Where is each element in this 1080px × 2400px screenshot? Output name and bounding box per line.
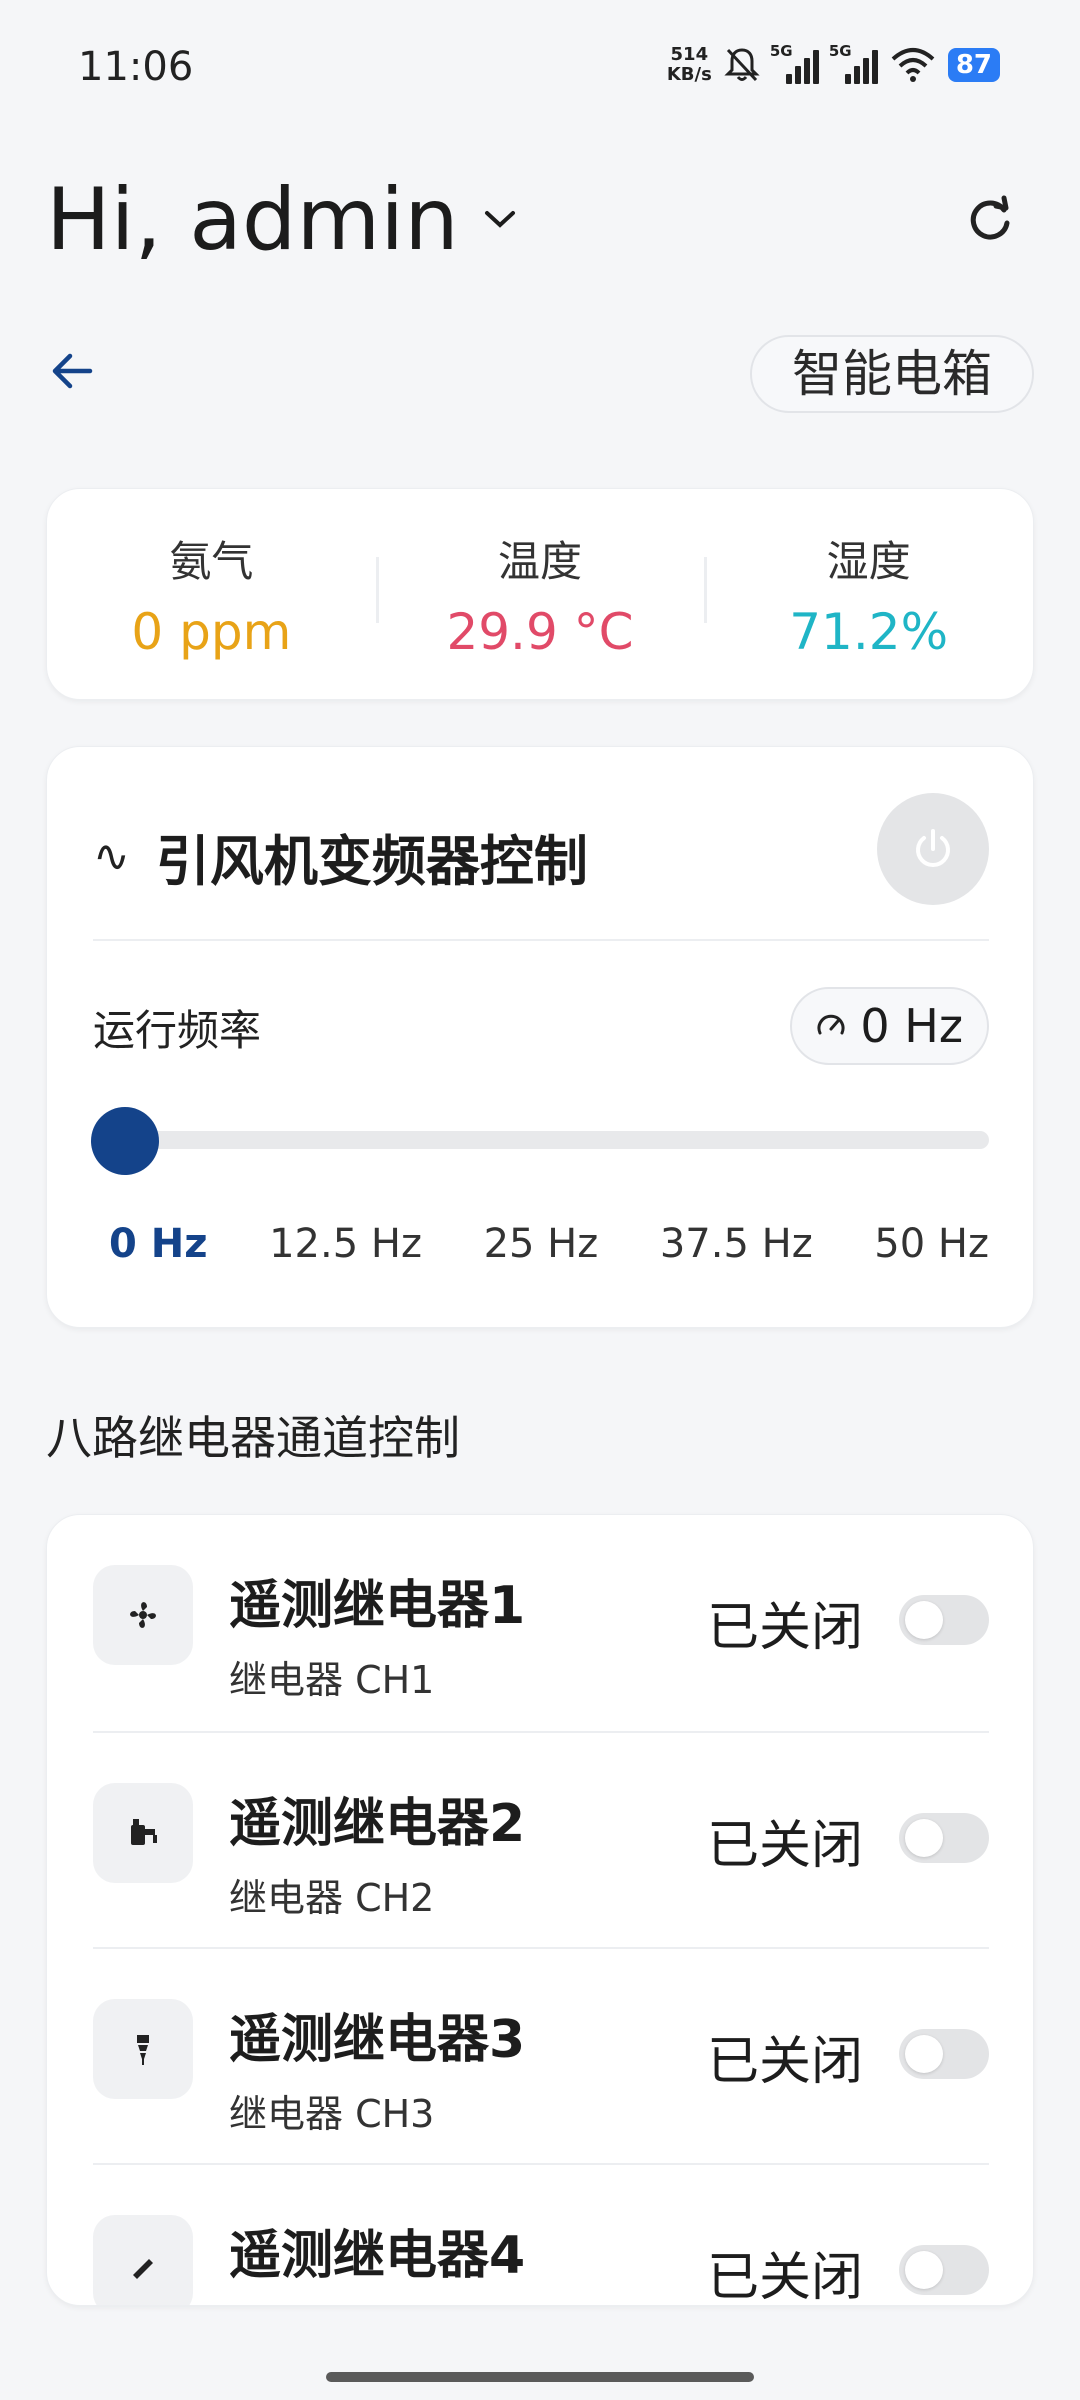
sensor-summary-card: 氨气 0 ppm 温度 29.9 °C 湿度 71.2% (46, 488, 1034, 700)
frequency-readout: 0 Hz (790, 987, 989, 1065)
frequency-slider-track[interactable] (93, 1131, 989, 1149)
sensor-label: 温度 (498, 536, 583, 586)
network-speed-unit: KB/s (666, 64, 712, 85)
relay-name: 遥测继电器3 (229, 2010, 526, 2070)
signal-strength-2-icon: 5G (829, 42, 878, 84)
sensor-value: 71.2% (789, 602, 949, 661)
tick-label: 25 Hz (483, 1221, 599, 1267)
status-icons: 514 KB/s 5G 5G 87 (667, 40, 1000, 90)
tick-label: 0 Hz (109, 1221, 208, 1267)
device-tag: 智能电箱 (750, 335, 1034, 413)
battery-level: 87 (947, 48, 1000, 82)
tool-icon (93, 2215, 193, 2305)
greeting-text: Hi, admin (46, 170, 459, 270)
sensor-temperature: 温度 29.9 °C (375, 489, 705, 699)
frequency-label: 运行频率 (93, 1006, 262, 1055)
tick-label: 37.5 Hz (659, 1221, 813, 1267)
sensor-label: 氨气 (169, 536, 254, 586)
relay-row-1: 遥测继电器1 继电器 CH1 已关闭 (93, 1515, 989, 1731)
gauge-icon (817, 1014, 845, 1035)
relay-row-4: 遥测继电器4 已关闭 (93, 2163, 989, 2306)
relay-channel: 继电器 CH1 (229, 1658, 435, 1702)
frequency-ticks: 0 Hz 12.5 Hz 25 Hz 37.5 Hz 50 Hz (93, 1221, 989, 1267)
drill-icon (93, 1999, 193, 2099)
back-arrow-icon[interactable] (46, 345, 98, 397)
relay-row-3: 遥测继电器3 继电器 CH3 已关闭 (93, 1947, 989, 2163)
tick-label: 12.5 Hz (269, 1221, 422, 1267)
relay-name: 遥测继电器2 (229, 1794, 526, 1854)
refresh-icon[interactable] (960, 190, 1020, 250)
frequency-slider-thumb[interactable] (91, 1107, 159, 1175)
wave-icon: ∿ (93, 831, 130, 882)
frequency-value: 0 Hz (860, 999, 963, 1053)
chevron-down-icon (484, 211, 515, 228)
relay-state: 已关闭 (706, 2032, 863, 2092)
network-speed-value: 514 (670, 44, 709, 65)
fan-icon (93, 1565, 193, 1665)
network-speed: 514 KB/s (667, 45, 712, 85)
power-icon (916, 829, 950, 867)
app-screen: 11:06 514 KB/s 5G 5G 87 Hi, admin 智能电箱 氨… (0, 0, 1080, 2400)
bell-muted-icon (724, 48, 760, 82)
relay-section-title: 八路继电器通道控制 (46, 1411, 460, 1465)
relay-name: 遥测继电器4 (229, 2226, 526, 2286)
power-button[interactable] (877, 793, 989, 905)
status-time: 11:06 (78, 44, 194, 90)
home-indicator[interactable] (326, 2372, 754, 2382)
relay-toggle[interactable] (899, 2029, 989, 2079)
relay-list-card: 遥测继电器1 继电器 CH1 已关闭 遥测继电器2 继电器 CH2 已关闭 遥测… (46, 1514, 1034, 2306)
sensor-value: 29.9 °C (446, 602, 634, 661)
tick-label: 50 Hz (874, 1221, 989, 1267)
relay-row-2: 遥测继电器2 继电器 CH2 已关闭 (93, 1731, 989, 1947)
relay-toggle[interactable] (899, 1813, 989, 1863)
relay-toggle[interactable] (899, 2245, 989, 2295)
relay-state: 已关闭 (706, 1598, 863, 1658)
sensor-ammonia: 氨气 0 ppm (47, 489, 376, 699)
divider (93, 939, 989, 941)
inverter-header: ∿ 引风机变频器控制 (93, 817, 588, 896)
signal-strength-1-icon: 5G (770, 42, 819, 84)
wifi-icon (891, 48, 935, 82)
relay-name: 遥测继电器1 (229, 1576, 526, 1636)
pump-icon (93, 1783, 193, 1883)
relay-toggle[interactable] (899, 1595, 989, 1645)
relay-channel: 继电器 CH2 (229, 1876, 435, 1920)
user-menu[interactable]: Hi, admin (46, 170, 517, 270)
status-bar: 11:06 514 KB/s 5G 5G 87 (0, 0, 1080, 135)
sensor-value: 0 ppm (131, 602, 292, 661)
relay-state: 已关闭 (706, 1816, 863, 1876)
sensor-humidity: 湿度 71.2% (704, 489, 1033, 699)
sensor-label: 湿度 (826, 536, 911, 586)
relay-state: 已关闭 (706, 2248, 863, 2306)
relay-channel: 继电器 CH3 (229, 2092, 435, 2136)
inverter-title: 引风机变频器控制 (155, 830, 588, 893)
inverter-control-card: ∿ 引风机变频器控制 运行频率 0 Hz 0 Hz 12.5 Hz 25 Hz … (46, 746, 1034, 1328)
